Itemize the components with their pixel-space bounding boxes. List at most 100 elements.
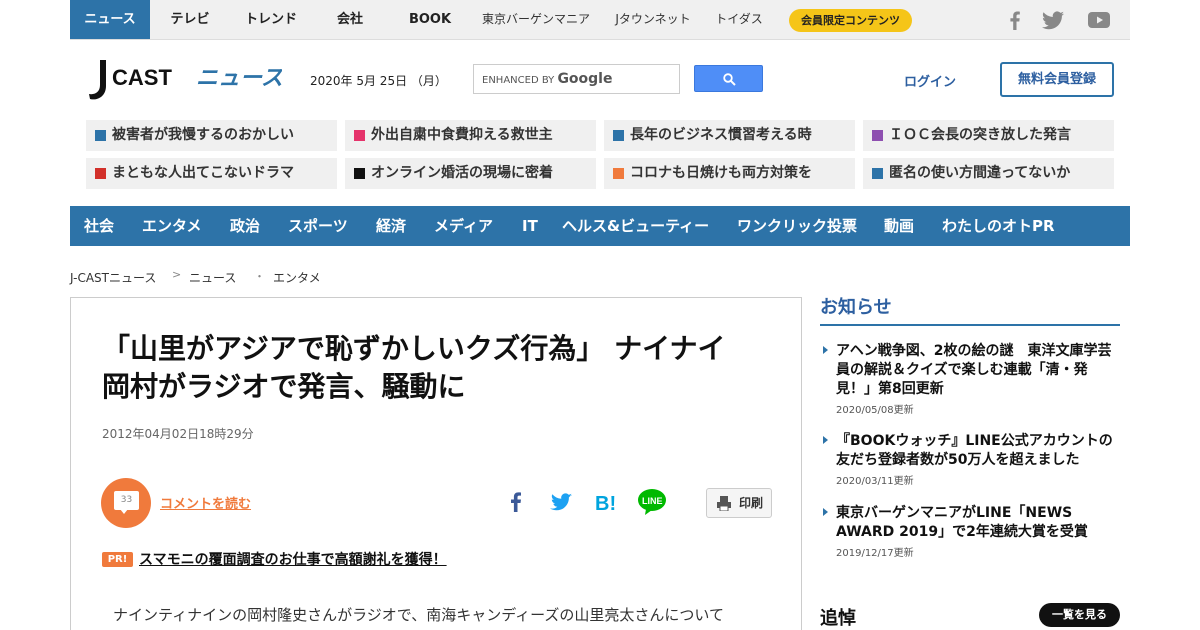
free-register-button[interactable]: 無料会員登録 xyxy=(1000,62,1114,97)
notice-section-title: お知らせ xyxy=(820,297,892,318)
svg-text:LINE: LINE xyxy=(642,496,663,506)
breadcrumb-home[interactable]: J-CASTニュース xyxy=(70,269,156,286)
hatena-bookmark-icon[interactable]: B! xyxy=(592,488,620,516)
printer-icon xyxy=(717,496,731,511)
category-politics[interactable]: 政治 xyxy=(230,206,260,246)
bullet-arrow-icon xyxy=(823,436,828,444)
notice-date: 2020/05/08更新 xyxy=(836,405,914,416)
comment-count: 33 xyxy=(114,491,139,510)
topic-color-square xyxy=(354,168,365,179)
headline-line-2: 岡村がラジオで発言、騒動に xyxy=(102,370,466,403)
article-card: 「山里がアジアで恥ずかしいクズ行為」 ナイナイ 岡村がラジオで発言、騒動に 20… xyxy=(70,297,802,630)
topic-link[interactable]: オンライン婚活の現場に密着 xyxy=(345,158,596,189)
search-button[interactable] xyxy=(694,65,763,92)
topic-link[interactable]: ＩＯＣ会長の突き放した発言 xyxy=(863,120,1114,151)
topnav-item-trend[interactable]: トレンド xyxy=(244,0,298,39)
memorial-section-title: 追悼 xyxy=(820,608,856,629)
article-headline: 「山里がアジアで恥ずかしいクズ行為」 ナイナイ 岡村がラジオで発言、騒動に xyxy=(102,330,772,406)
topnav-item-jtown-net[interactable]: Jタウンネット xyxy=(612,0,694,39)
article-date: 2012年04月02日18時29分 xyxy=(102,427,254,441)
youtube-icon[interactable] xyxy=(1087,9,1111,31)
category-media[interactable]: メディア xyxy=(434,206,493,246)
category-sports[interactable]: スポーツ xyxy=(288,206,348,246)
comment-icon[interactable]: 33 xyxy=(101,478,151,528)
topic-label: 被害者が我慢するのおかしい xyxy=(112,127,294,143)
topic-label: コロナも日焼けも両方対策を xyxy=(630,165,812,181)
topic-link[interactable]: 匿名の使い方間違ってないか xyxy=(863,158,1114,189)
svg-text:B!: B! xyxy=(595,493,616,515)
breadcrumb-entertainment[interactable]: エンタメ xyxy=(273,269,321,286)
topic-label: ＩＯＣ会長の突き放した発言 xyxy=(889,127,1071,143)
article-body-text: ナインティナインの岡村隆史さんがラジオで、南海キャンディーズの山里亮太さんについ… xyxy=(113,606,724,624)
pr-ad-link[interactable]: スマモニの覆面調査のお仕事で高額謝礼を獲得！ xyxy=(139,549,447,569)
notice-title[interactable]: 東京バーゲンマニアがLINE「NEWS AWARD 2019」で2年連続大賞を受… xyxy=(836,504,1120,542)
search-input[interactable]: ENHANCED BY Google xyxy=(473,64,680,94)
category-society[interactable]: 社会 xyxy=(84,206,114,246)
login-link[interactable]: ログイン xyxy=(904,71,956,90)
topic-link[interactable]: 外出自粛中食費抑える救世主 xyxy=(345,120,596,151)
topic-color-square xyxy=(95,168,106,179)
topic-label: 長年のビジネス慣習考える時 xyxy=(630,127,812,143)
topic-color-square xyxy=(613,168,624,179)
category-economy[interactable]: 経済 xyxy=(376,206,406,246)
current-date: 2020年 5月 25日 （月） xyxy=(310,74,447,88)
view-list-button[interactable]: 一覧を見る xyxy=(1039,603,1120,627)
comment-bubble-tail xyxy=(120,509,128,514)
breadcrumb-separator: ・ xyxy=(254,270,265,283)
topnav-item-company[interactable]: 会社 xyxy=(330,0,370,39)
section-divider xyxy=(820,324,1120,326)
logo-news-text: ニュース xyxy=(196,66,282,91)
topic-color-square xyxy=(354,130,365,141)
facebook-share-icon[interactable] xyxy=(502,488,530,516)
notice-item[interactable]: アヘン戦争図、2枚の絵の謎 東洋文庫学芸員の解説＆クイズで楽しむ連載「清・発見！… xyxy=(820,342,1120,416)
bullet-arrow-icon xyxy=(823,346,828,354)
category-it[interactable]: IT xyxy=(522,206,538,246)
headline-line-1: 「山里がアジアで恥ずかしいクズ行為」 ナイナイ xyxy=(102,332,726,365)
topic-label: オンライン婚活の現場に密着 xyxy=(371,165,553,181)
notice-item[interactable]: 東京バーゲンマニアがLINE「NEWS AWARD 2019」で2年連続大賞を受… xyxy=(820,504,1120,559)
topnav-item-news[interactable]: ニュース xyxy=(70,0,150,39)
search-icon xyxy=(723,73,736,86)
topic-link[interactable]: 被害者が我慢するのおかしい xyxy=(86,120,337,151)
google-logo: Google xyxy=(557,71,613,87)
category-video[interactable]: 動画 xyxy=(884,206,914,246)
topnav-item-toidasu[interactable]: トイダス xyxy=(714,0,764,39)
topic-color-square xyxy=(613,130,624,141)
topic-color-square xyxy=(95,130,106,141)
breadcrumb-news[interactable]: ニュース xyxy=(189,269,236,286)
category-one-click-vote[interactable]: ワンクリック投票 xyxy=(737,206,857,246)
topnav-item-bargain-mania[interactable]: 東京バーゲンマニア xyxy=(480,0,592,39)
line-share-icon[interactable]: LINE xyxy=(637,488,667,516)
member-only-content-button[interactable]: 会員限定コンテンツ xyxy=(789,9,912,32)
top-navigation-bar: ニュース テレビ トレンド 会社 BOOK 東京バーゲンマニア Jタウンネット … xyxy=(70,0,1130,40)
notice-date: 2020/03/11更新 xyxy=(836,476,914,487)
category-health-beauty[interactable]: ヘルス&ビューティー xyxy=(562,206,709,246)
twitter-icon[interactable] xyxy=(1041,9,1065,31)
topnav-item-book[interactable]: BOOK xyxy=(406,0,454,39)
topic-color-square xyxy=(872,168,883,179)
jcast-news-logo[interactable]: CAST ニュース xyxy=(86,58,282,102)
logo-cast-text: CAST xyxy=(112,65,172,90)
category-entertainment[interactable]: エンタメ xyxy=(142,206,202,246)
read-comments-link[interactable]: コメントを読む xyxy=(160,493,251,512)
topic-link[interactable]: まともな人出てこないドラマ xyxy=(86,158,337,189)
topic-color-square xyxy=(872,130,883,141)
notice-item[interactable]: 『BOOKウォッチ』LINE公式アカウントの友だち登録者数が50万人を超えました… xyxy=(820,432,1120,487)
notice-date: 2019/12/17更新 xyxy=(836,548,914,559)
topnav-item-tv[interactable]: テレビ xyxy=(166,0,214,39)
pr-badge: PR! xyxy=(102,552,133,567)
notice-title[interactable]: アヘン戦争図、2枚の絵の謎 東洋文庫学芸員の解説＆クイズで楽しむ連載「清・発見！… xyxy=(836,342,1120,399)
category-navigation: 社会 エンタメ 政治 スポーツ 経済 メディア IT ヘルス&ビューティー ワン… xyxy=(70,206,1130,246)
bullet-arrow-icon xyxy=(823,508,828,516)
facebook-icon[interactable] xyxy=(1004,9,1026,31)
search-enhanced-label: ENHANCED BY xyxy=(482,75,555,86)
topic-label: 外出自粛中食費抑える救世主 xyxy=(371,127,553,143)
topic-label: まともな人出てこないドラマ xyxy=(112,165,294,181)
notice-title[interactable]: 『BOOKウォッチ』LINE公式アカウントの友だち登録者数が50万人を超えました xyxy=(836,432,1120,470)
category-watashi-no-oto-pr[interactable]: わたしのオトPR xyxy=(942,206,1055,246)
topic-link[interactable]: 長年のビジネス慣習考える時 xyxy=(604,120,855,151)
twitter-share-icon[interactable] xyxy=(547,488,575,516)
print-button[interactable]: 印刷 xyxy=(706,488,772,518)
topic-link[interactable]: コロナも日焼けも両方対策を xyxy=(604,158,855,189)
topic-label: 匿名の使い方間違ってないか xyxy=(889,165,1071,181)
